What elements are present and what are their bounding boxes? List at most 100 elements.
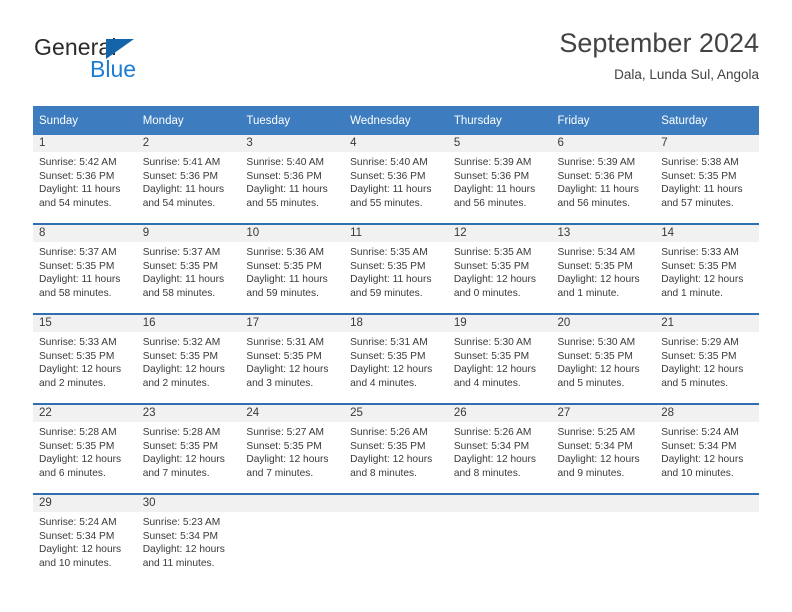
calendar-day-cell[interactable]: 29 Sunrise: 5:24 AM Sunset: 5:34 PM Dayligh… [33,493,137,583]
day-detail-sunset: Sunset: 5:35 PM [453,260,530,272]
day-detail-daylight2: and 59 minutes. [246,287,319,299]
page-header: General Blue September 2024 Dala, Lunda … [0,0,792,100]
title-block: September 2024 Dala, Lunda Sul, Angola [559,27,759,84]
day-cell-content: 7 Sunrise: 5:38 AM Sunset: 5:35 PM Daylight… [655,135,759,223]
day-details: Sunrise: 5:33 AM Sunset: 5:35 PM Daylight:… [33,332,137,390]
day-detail-sunrise: Sunrise: 5:40 AM [350,157,428,168]
day-cell-content: 1 Sunrise: 5:42 AM Sunset: 5:36 PM Daylight… [33,135,137,223]
calendar-week-row: 8 Sunrise: 5:37 AM Sunset: 5:35 PM Daylight… [33,223,759,314]
day-detail-daylight2: and 54 minutes. [142,197,216,209]
calendar-day-cell[interactable]: 11 Sunrise: 5:35 AM Sunset: 5:35 PM Dayligh… [344,223,448,314]
calendar-day-cell[interactable]: 20 Sunrise: 5:30 AM Sunset: 5:35 PM Dayligh… [551,313,656,404]
calendar-week-row: 29 Sunrise: 5:24 AM Sunset: 5:34 PM Dayligh… [33,493,759,583]
day-detail-sunrise: Sunrise: 5:38 AM [661,157,739,168]
day-detail-sunrise: Sunrise: 5:30 AM [453,337,532,348]
calendar-day-cell[interactable]: 3 Sunrise: 5:40 AM Sunset: 5:36 PM Daylight… [240,135,345,224]
calendar-day-cell[interactable] [655,493,759,583]
day-cell-content: 21 Sunrise: 5:29 AM Sunset: 5:35 PM Dayligh… [655,315,759,403]
day-details: Sunrise: 5:38 AM Sunset: 5:35 PM Daylight:… [655,152,759,210]
calendar-day-cell[interactable]: 2 Sunrise: 5:41 AM Sunset: 5:36 PM Daylight… [136,135,241,224]
day-detail-sunrise: Sunrise: 5:41 AM [142,157,221,168]
day-detail-sunset: Sunset: 5:35 PM [350,440,426,452]
day-cell-content: 9 Sunrise: 5:37 AM Sunset: 5:35 PM Daylight… [136,225,241,313]
day-detail-daylight1: Daylight: 12 hours [557,364,640,376]
day-detail-sunset: Sunset: 5:34 PM [453,440,530,452]
calendar-day-cell[interactable] [240,493,345,583]
calendar-day-cell[interactable]: 16 Sunrise: 5:32 AM Sunset: 5:35 PM Dayligh… [136,313,241,404]
day-detail-daylight1: Daylight: 12 hours [661,454,744,466]
day-cell-content [551,495,656,583]
day-number: 23 [136,405,241,422]
day-detail-sunrise: Sunrise: 5:31 AM [350,337,428,348]
calendar-day-cell[interactable]: 27 Sunrise: 5:25 AM Sunset: 5:34 PM Dayligh… [551,403,656,494]
calendar-day-cell[interactable]: 1 Sunrise: 5:42 AM Sunset: 5:36 PM Daylight… [33,135,137,224]
day-detail-sunrise: Sunrise: 5:26 AM [453,427,532,438]
calendar-day-cell[interactable]: 9 Sunrise: 5:37 AM Sunset: 5:35 PM Daylight… [136,223,241,314]
day-detail-daylight2: and 2 minutes. [142,377,210,389]
day-cell-content: 2 Sunrise: 5:41 AM Sunset: 5:36 PM Daylight… [136,135,241,223]
day-detail-daylight1: Daylight: 12 hours [453,364,536,376]
day-detail-daylight1: Daylight: 12 hours [350,454,433,466]
calendar-day-cell[interactable]: 13 Sunrise: 5:34 AM Sunset: 5:35 PM Dayligh… [551,223,656,314]
day-detail-sunset: Sunset: 5:34 PM [142,530,219,542]
calendar-day-cell[interactable] [551,493,656,583]
day-detail-sunset: Sunset: 5:35 PM [350,260,426,272]
day-cell-content [655,495,759,583]
calendar-day-cell[interactable]: 23 Sunrise: 5:28 AM Sunset: 5:35 PM Dayligh… [136,403,241,494]
calendar-day-cell[interactable]: 26 Sunrise: 5:26 AM Sunset: 5:34 PM Dayligh… [447,403,552,494]
calendar-day-cell[interactable]: 15 Sunrise: 5:33 AM Sunset: 5:35 PM Dayligh… [33,313,137,404]
day-detail-sunset: Sunset: 5:35 PM [557,350,633,362]
day-detail-daylight2: and 55 minutes. [350,197,423,209]
day-detail-sunset: Sunset: 5:35 PM [142,260,219,272]
calendar-day-cell[interactable]: 30 Sunrise: 5:23 AM Sunset: 5:34 PM Dayligh… [136,493,241,583]
day-number: 14 [655,225,759,242]
day-detail-sunrise: Sunrise: 5:42 AM [39,157,117,168]
calendar-day-cell[interactable]: 10 Sunrise: 5:36 AM Sunset: 5:35 PM Dayligh… [240,223,345,314]
day-number: 20 [551,315,656,332]
calendar-day-cell[interactable] [344,493,448,583]
calendar-day-cell[interactable]: 14 Sunrise: 5:33 AM Sunset: 5:35 PM Dayligh… [655,223,759,314]
calendar-day-cell[interactable]: 22 Sunrise: 5:28 AM Sunset: 5:35 PM Dayligh… [33,403,137,494]
day-detail-sunset: Sunset: 5:35 PM [142,350,219,362]
calendar-day-cell[interactable]: 21 Sunrise: 5:29 AM Sunset: 5:35 PM Dayligh… [655,313,759,404]
day-detail-daylight2: and 10 minutes. [661,467,734,479]
calendar-day-cell[interactable]: 12 Sunrise: 5:35 AM Sunset: 5:35 PM Dayligh… [447,223,552,314]
day-detail-daylight2: and 9 minutes. [557,467,625,479]
day-detail-daylight2: and 5 minutes. [661,377,729,389]
calendar-week-row: 1 Sunrise: 5:42 AM Sunset: 5:36 PM Daylight… [33,135,759,224]
day-detail-sunrise: Sunrise: 5:39 AM [557,157,636,168]
calendar-day-cell[interactable]: 19 Sunrise: 5:30 AM Sunset: 5:35 PM Dayligh… [447,313,552,404]
calendar-grid: Sunday Monday Tuesday Wednesday Thursday… [33,106,759,583]
day-details: Sunrise: 5:28 AM Sunset: 5:35 PM Daylight:… [33,422,137,480]
calendar-week-row: 22 Sunrise: 5:28 AM Sunset: 5:35 PM Dayligh… [33,403,759,494]
calendar-day-cell[interactable]: 17 Sunrise: 5:31 AM Sunset: 5:35 PM Dayligh… [240,313,345,404]
day-number: 16 [136,315,241,332]
day-detail-sunrise: Sunrise: 5:23 AM [142,517,221,528]
day-details: Sunrise: 5:24 AM Sunset: 5:34 PM Daylight:… [33,512,137,570]
day-detail-daylight1: Daylight: 12 hours [142,454,225,466]
calendar-day-cell[interactable]: 28 Sunrise: 5:24 AM Sunset: 5:34 PM Dayligh… [655,403,759,494]
day-details: Sunrise: 5:35 AM Sunset: 5:35 PM Daylight:… [344,242,448,300]
calendar-day-cell[interactable]: 7 Sunrise: 5:38 AM Sunset: 5:35 PM Daylight… [655,135,759,224]
day-cell-content: 16 Sunrise: 5:32 AM Sunset: 5:35 PM Dayligh… [136,315,241,403]
day-cell-content: 29 Sunrise: 5:24 AM Sunset: 5:34 PM Dayligh… [33,495,137,583]
day-detail-sunset: Sunset: 5:35 PM [246,260,322,272]
day-detail-sunset: Sunset: 5:36 PM [453,170,530,182]
day-details: Sunrise: 5:33 AM Sunset: 5:35 PM Daylight:… [655,242,759,300]
day-detail-daylight2: and 54 minutes. [39,197,112,209]
day-details: Sunrise: 5:26 AM Sunset: 5:34 PM Daylight:… [448,422,552,480]
day-cell-content [344,495,448,583]
day-details: Sunrise: 5:24 AM Sunset: 5:34 PM Daylight:… [655,422,759,480]
day-details: Sunrise: 5:40 AM Sunset: 5:36 PM Daylight:… [240,152,344,210]
calendar-day-cell[interactable]: 8 Sunrise: 5:37 AM Sunset: 5:35 PM Daylight… [33,223,137,314]
calendar-day-cell[interactable]: 18 Sunrise: 5:31 AM Sunset: 5:35 PM Dayligh… [344,313,448,404]
day-detail-daylight2: and 10 minutes. [39,557,112,569]
calendar-day-cell[interactable] [447,493,552,583]
calendar-day-cell[interactable]: 25 Sunrise: 5:26 AM Sunset: 5:35 PM Dayligh… [344,403,448,494]
day-detail-sunset: Sunset: 5:35 PM [661,350,737,362]
calendar-day-cell[interactable]: 4 Sunrise: 5:40 AM Sunset: 5:36 PM Daylight… [344,135,448,224]
calendar-day-cell[interactable]: 24 Sunrise: 5:27 AM Sunset: 5:35 PM Dayligh… [240,403,345,494]
calendar-day-cell[interactable]: 5 Sunrise: 5:39 AM Sunset: 5:36 PM Daylight… [447,135,552,224]
day-details: Sunrise: 5:37 AM Sunset: 5:35 PM Daylight:… [137,242,241,300]
calendar-day-cell[interactable]: 6 Sunrise: 5:39 AM Sunset: 5:36 PM Daylight… [551,135,656,224]
